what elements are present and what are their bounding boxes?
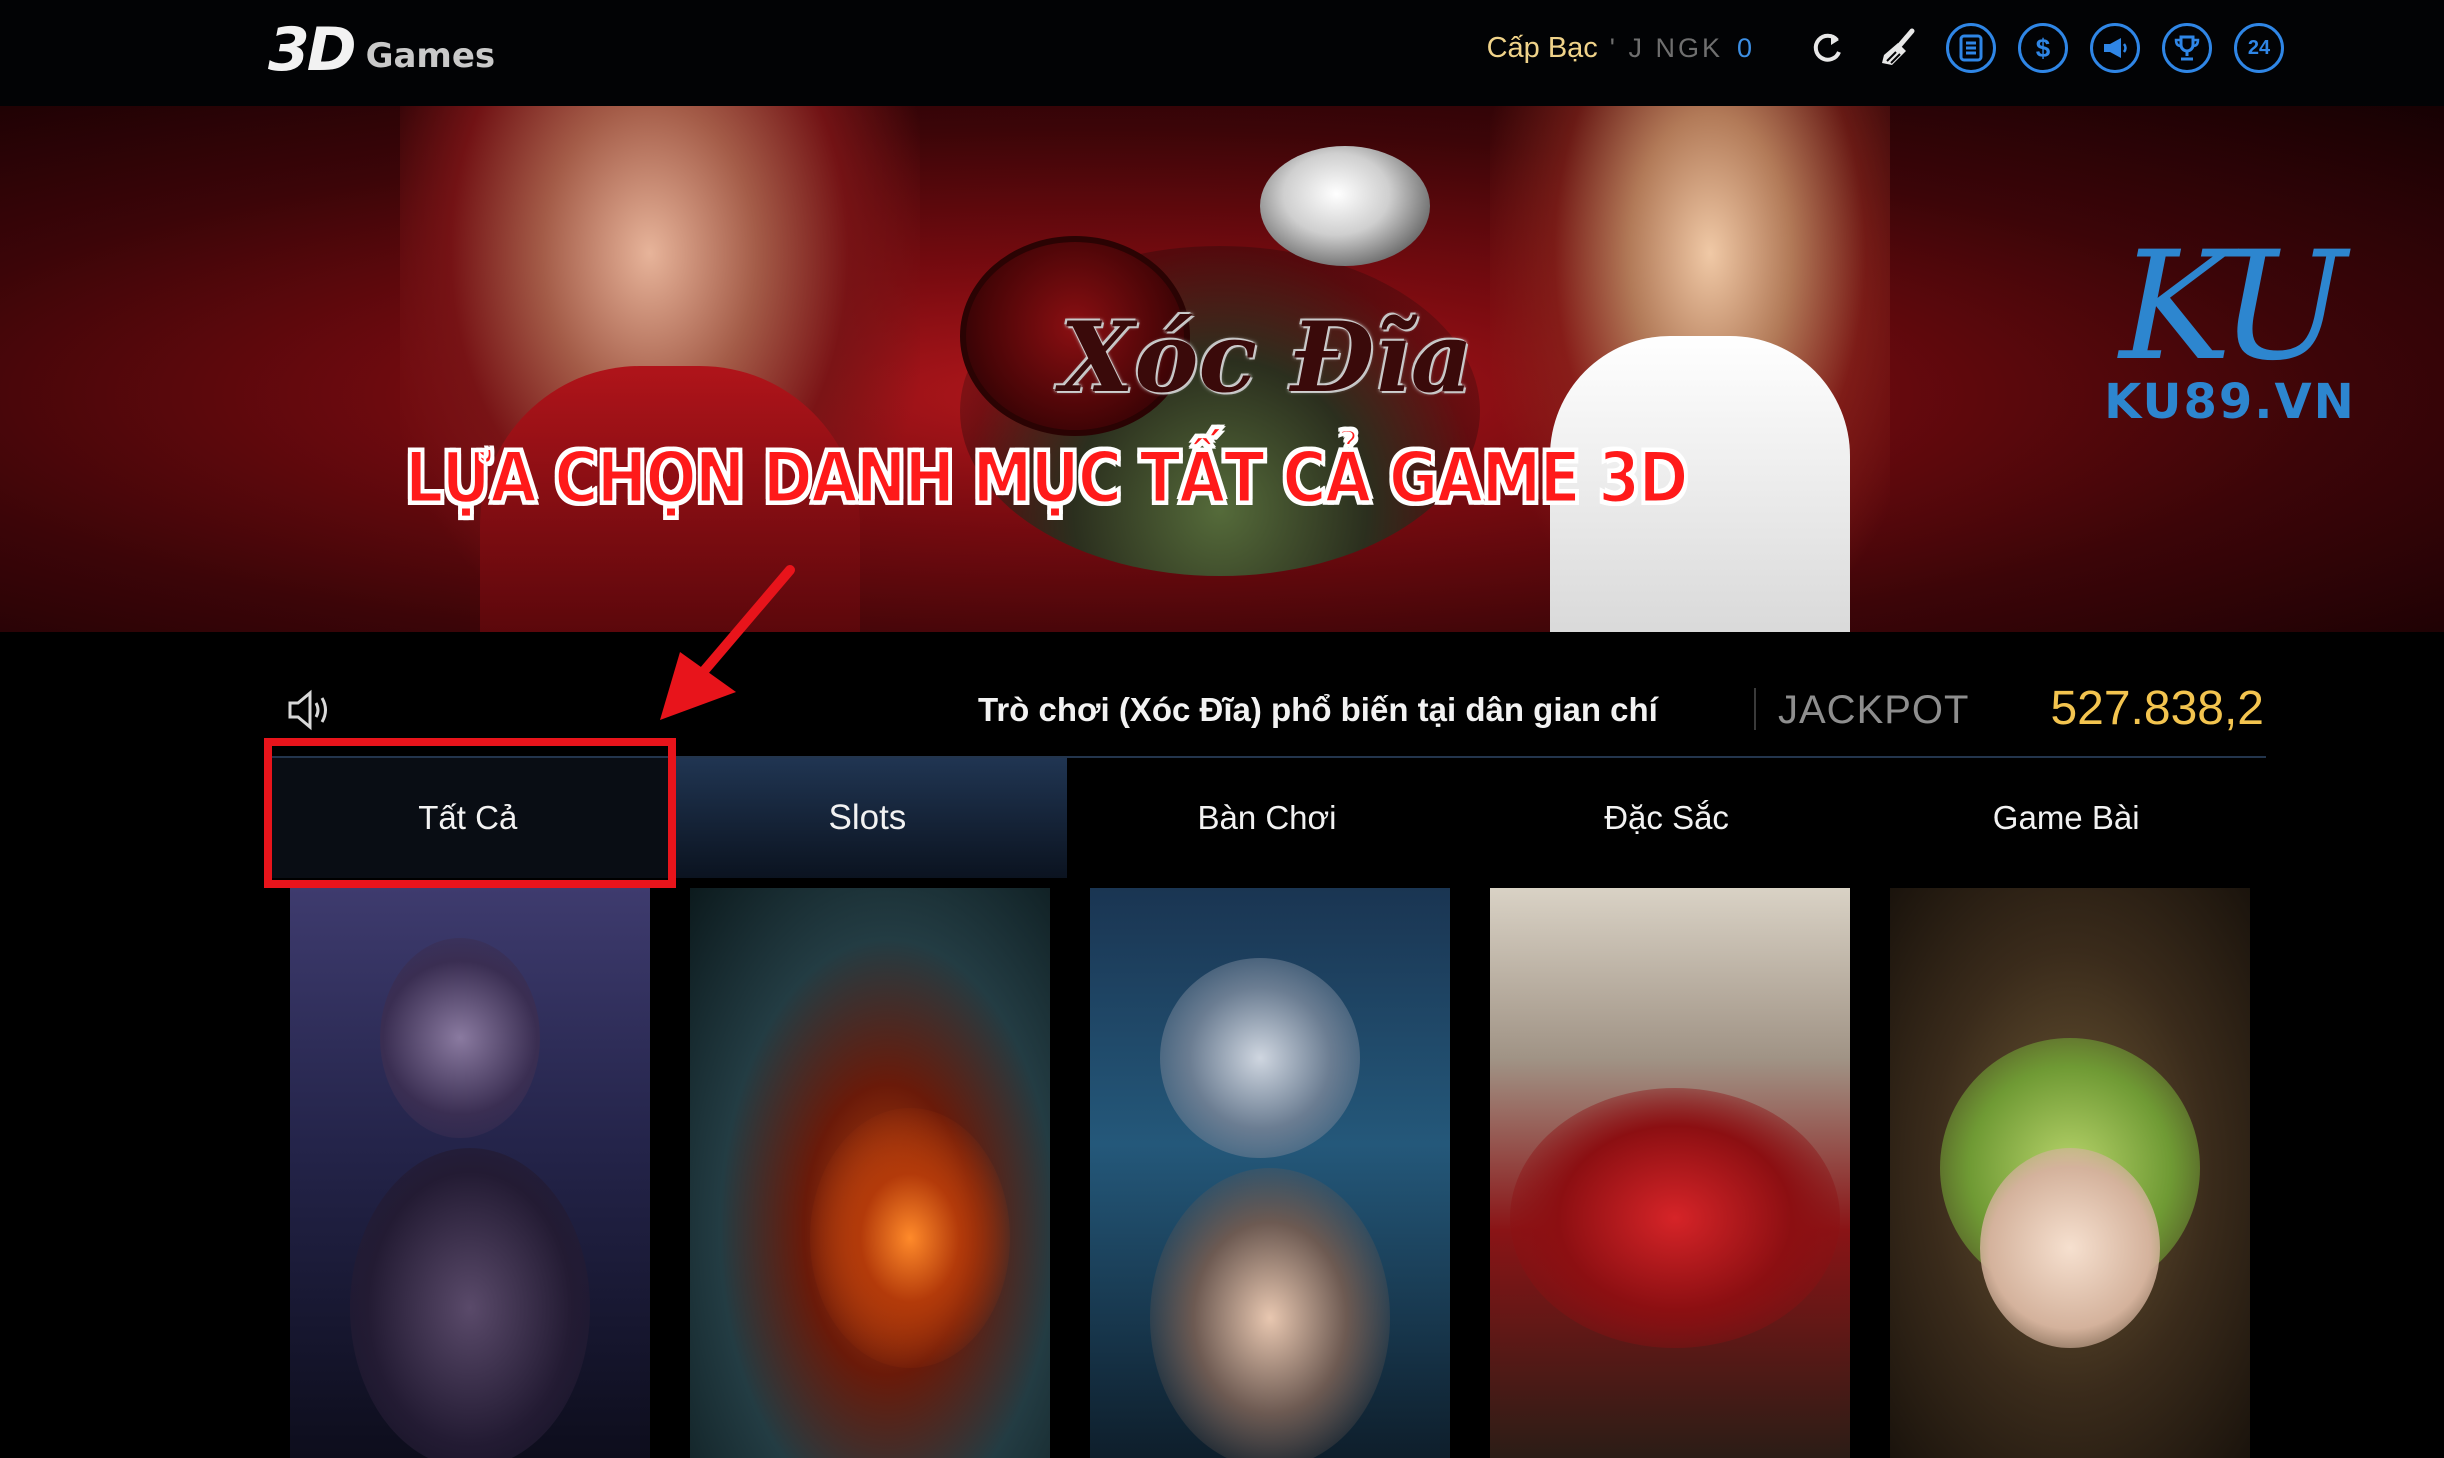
game-grid [290, 888, 2250, 1458]
tutorial-annotation: LỰA CHỌN DANH MỤC TẤT CẢ GAME 3D [404, 437, 1690, 519]
banner-dice-cup-image [1260, 146, 1430, 266]
tab-table-games[interactable]: Bàn Chơi [1067, 758, 1467, 878]
member-level: Cấp Bạc [1486, 31, 1598, 64]
support-24-icon[interactable]: 24 [2234, 23, 2284, 73]
username: ' J NGK [1609, 32, 1723, 63]
megaphone-icon[interactable] [2090, 23, 2140, 73]
game-tile[interactable] [290, 888, 650, 1458]
tab-slots[interactable]: Slots [667, 758, 1068, 878]
ku-mark: KU [2090, 232, 2370, 382]
trophy-icon[interactable] [2162, 23, 2212, 73]
game-tile[interactable] [1890, 888, 2250, 1458]
jackpot-value: 527.838,2 [2050, 682, 2264, 735]
top-bar: 3D Games Cấp Bạc ' J NGK 0 $ 24 [0, 0, 2444, 106]
promo-banner[interactable]: Xóc Đĩa KU KU89.VN [0, 106, 2444, 632]
ku-mark-text: KU [2119, 220, 2346, 394]
ku-site-text: KU89.VN [2104, 374, 2356, 430]
tutorial-highlight-box [264, 738, 676, 888]
game-tile[interactable] [690, 888, 1050, 1458]
site-logo[interactable]: 3D Games [268, 20, 495, 80]
game-tile[interactable] [1490, 888, 1850, 1458]
ku-brand-logo: KU KU89.VN [2090, 232, 2370, 430]
user-area: Cấp Bạc ' J NGK 0 $ 24 [1487, 22, 2284, 74]
game-tile[interactable] [1090, 888, 1450, 1458]
tutorial-arrow-icon [660, 565, 795, 720]
support-badge-text: 24 [2247, 36, 2271, 59]
dollar-icon[interactable]: $ [2018, 23, 2068, 73]
jackpot-label: JACKPOT [1778, 688, 1970, 732]
logo-games-text: Games [365, 36, 496, 76]
balance: 0 [1736, 32, 1752, 63]
tab-featured[interactable]: Đặc Sắc [1467, 758, 1867, 878]
speaker-icon[interactable] [286, 688, 336, 732]
news-ticker: Trò chơi (Xóc Đĩa) phổ biến tại dân gian… [978, 691, 1658, 728]
banner-title: Xóc Đĩa [1060, 301, 1473, 414]
ticker-divider [1754, 688, 1756, 730]
refresh-icon[interactable] [1802, 23, 1852, 73]
broom-icon[interactable] [1874, 23, 1924, 73]
banner-model-left-image [400, 106, 920, 632]
banner-model-right-image [1490, 106, 1890, 632]
list-icon[interactable] [1946, 23, 1996, 73]
tab-card-games[interactable]: Game Bài [1866, 758, 2266, 878]
logo-3d-text: 3D [268, 15, 357, 85]
